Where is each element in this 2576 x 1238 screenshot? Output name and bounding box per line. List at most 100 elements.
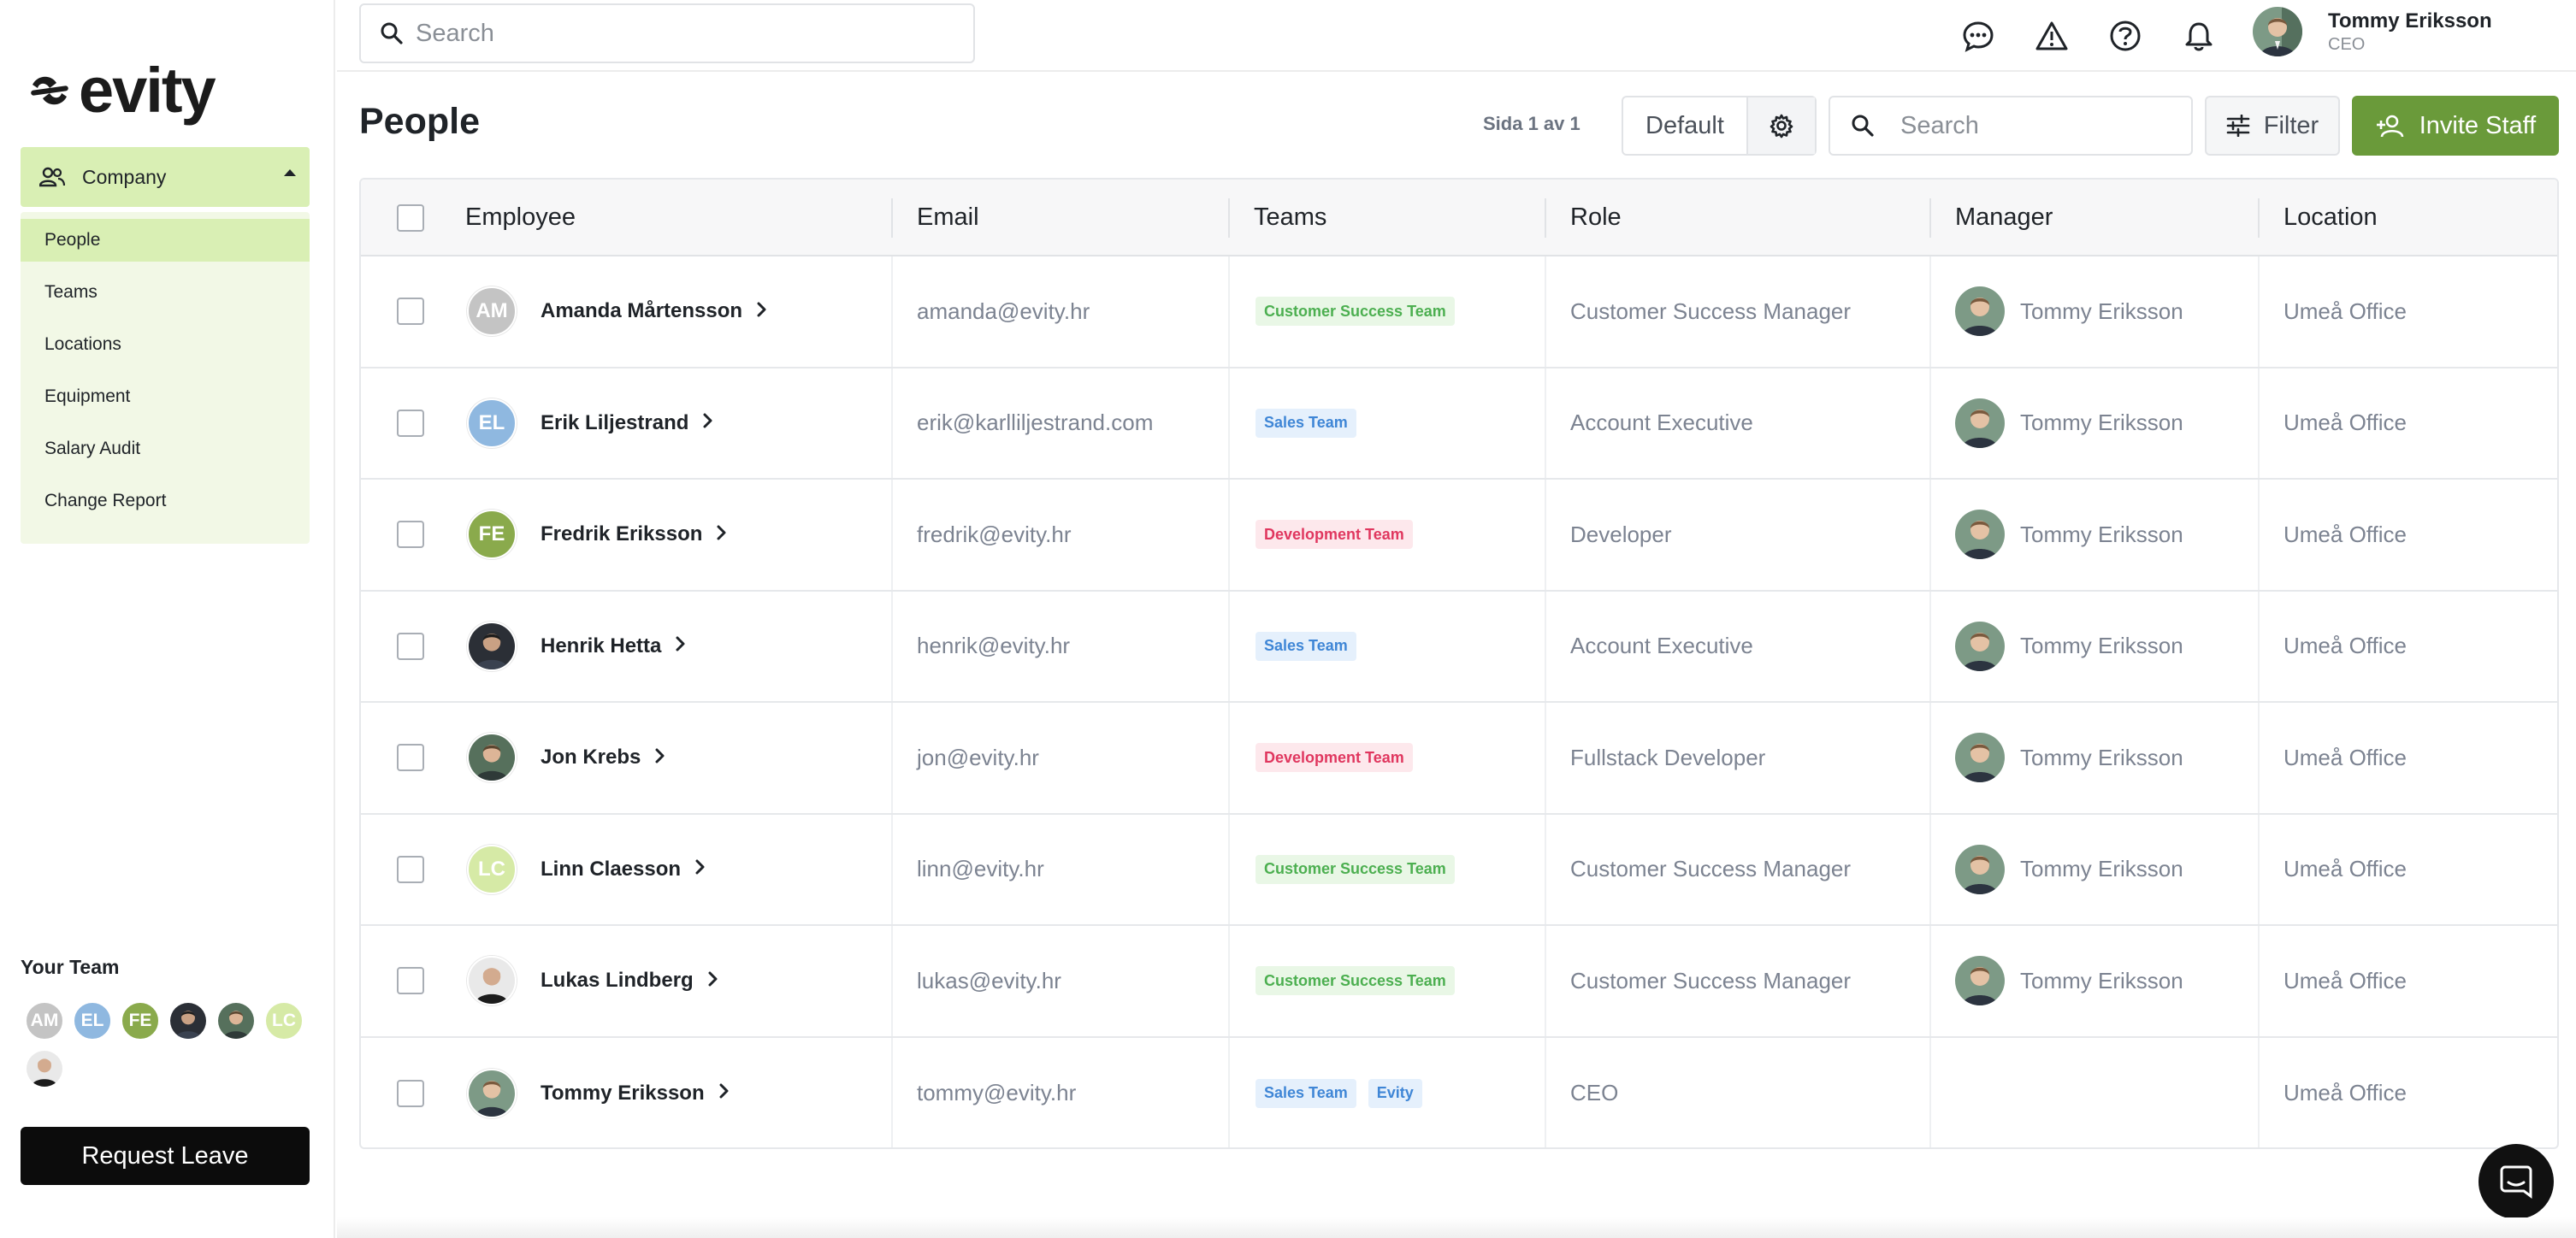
manager-link[interactable]: Tommy Eriksson — [1955, 733, 2183, 783]
row-checkbox[interactable] — [397, 744, 424, 772]
manager-link[interactable]: Tommy Eriksson — [1955, 510, 2183, 560]
avatar — [2253, 7, 2302, 56]
avatar: EL — [467, 398, 517, 448]
request-leave-button[interactable]: Request Leave — [21, 1127, 310, 1185]
employee-email[interactable]: jon@evity.hr — [917, 745, 1039, 771]
employee-link[interactable]: Lukas Lindberg — [467, 956, 719, 1006]
table-row[interactable]: FE Fredrik Eriksson fredrik@evity.hr Deve… — [361, 480, 2557, 592]
avatar — [467, 956, 517, 1006]
employee-email[interactable]: erik@karlliljestrand.com — [917, 410, 1153, 436]
employee-email[interactable]: tommy@evity.hr — [917, 1080, 1076, 1106]
employee-email[interactable]: fredrik@evity.hr — [917, 522, 1072, 548]
employee-email[interactable]: lukas@evity.hr — [917, 968, 1061, 994]
team-member-avatar[interactable]: AM — [24, 1000, 65, 1041]
column-header-employee[interactable]: Employee — [441, 180, 576, 255]
column-header-teams[interactable]: Teams — [1230, 180, 1326, 255]
row-checkbox[interactable] — [397, 855, 424, 883]
employee-link[interactable]: Tommy Eriksson — [467, 1068, 730, 1118]
invite-staff-button[interactable]: Invite Staff — [2352, 96, 2559, 156]
team-badge[interactable]: Customer Success Team — [1256, 854, 1455, 884]
column-header-email[interactable]: Email — [893, 180, 979, 255]
employee-link[interactable]: Jon Krebs — [467, 733, 666, 783]
employee-location: Umeå Office — [2284, 856, 2408, 882]
view-default-button[interactable]: Default — [1623, 97, 1748, 154]
global-search-input[interactable] — [416, 19, 929, 48]
employee-link[interactable]: EL Erik Liljestrand — [467, 398, 714, 448]
employee-link[interactable]: LC Linn Claesson — [467, 844, 706, 894]
table-row[interactable]: AM Amanda Mårtensson amanda@evity.hr Cust… — [361, 256, 2557, 368]
team-member-avatar[interactable]: FE — [120, 1000, 161, 1041]
help-icon[interactable] — [2102, 15, 2148, 56]
manager-link[interactable]: Tommy Eriksson — [1955, 621, 2183, 671]
team-badge[interactable]: Development Team — [1256, 743, 1413, 773]
table-row[interactable]: Lukas Lindberg lukas@evity.hr Customer Su… — [361, 926, 2557, 1038]
evity-logo[interactable]: evity — [26, 59, 216, 122]
team-badge[interactable]: Customer Success Team — [1256, 297, 1455, 327]
table-row[interactable]: Jon Krebs jon@evity.hr Development Team Fu… — [361, 703, 2557, 815]
your-team-heading: Your Team — [21, 956, 120, 978]
table-row[interactable]: EL Erik Liljestrand erik@karlliljestrand… — [361, 368, 2557, 480]
table-row[interactable]: Tommy Eriksson tommy@evity.hr Sales Team E… — [361, 1037, 2557, 1147]
team-member-avatar[interactable] — [216, 1000, 257, 1041]
manager-link[interactable]: Tommy Eriksson — [1955, 398, 2183, 448]
employee-link[interactable]: AM Amanda Mårtensson — [467, 286, 768, 337]
global-search[interactable] — [359, 3, 975, 63]
row-checkbox[interactable] — [397, 521, 424, 549]
column-header-location[interactable]: Location — [2260, 180, 2378, 255]
people-icon — [39, 167, 65, 187]
chevron-right-icon — [718, 1082, 730, 1104]
bell-icon[interactable] — [2176, 15, 2222, 56]
row-checkbox[interactable] — [397, 967, 424, 995]
team-member-avatar[interactable]: LC — [263, 1000, 304, 1041]
team-badge[interactable]: Development Team — [1256, 520, 1413, 550]
team-badge[interactable]: Evity — [1368, 1078, 1422, 1108]
user-menu[interactable]: Tommy Eriksson CEO — [2253, 7, 2492, 56]
team-badge[interactable]: Sales Team — [1256, 1078, 1356, 1108]
team-member-avatar[interactable]: EL — [72, 1000, 113, 1041]
employee-email[interactable]: linn@evity.hr — [917, 856, 1044, 882]
team-member-avatar[interactable] — [168, 1000, 209, 1041]
row-checkbox[interactable] — [397, 632, 424, 660]
alert-icon[interactable] — [2029, 15, 2075, 56]
employee-link[interactable]: Henrik Hetta — [467, 621, 687, 671]
row-checkbox[interactable] — [397, 409, 424, 437]
employee-link[interactable]: FE Fredrik Eriksson — [467, 510, 728, 560]
topbar: Tommy Eriksson CEO — [337, 0, 2576, 72]
company-section-toggle[interactable]: Company — [21, 147, 310, 207]
table-row[interactable]: Henrik Hetta henrik@evity.hr Sales Team Ac… — [361, 591, 2557, 703]
chat-icon[interactable] — [1955, 15, 2001, 56]
table-header: Employee Email Teams Role Manager Locati… — [361, 180, 2557, 256]
employee-email[interactable]: henrik@evity.hr — [917, 633, 1070, 659]
row-checkbox[interactable] — [397, 1079, 424, 1107]
sidebar-item-equipment[interactable]: Equipment — [21, 375, 310, 418]
sidebar-item-teams[interactable]: Teams — [21, 271, 310, 314]
row-checkbox[interactable] — [397, 298, 424, 326]
avatar — [1955, 844, 2005, 894]
team-member-avatar[interactable] — [24, 1048, 65, 1089]
table-row[interactable]: LC Linn Claesson linn@evity.hr Customer S… — [361, 814, 2557, 926]
sidebar-item-change-report[interactable]: Change Report — [21, 480, 310, 522]
support-chat-button[interactable] — [2479, 1144, 2554, 1219]
team-badge[interactable]: Sales Team — [1256, 631, 1356, 661]
column-header-role[interactable]: Role — [1546, 180, 1622, 255]
manager-link[interactable]: Tommy Eriksson — [1955, 286, 2183, 337]
employee-email[interactable]: amanda@evity.hr — [917, 298, 1090, 325]
manager-link[interactable]: Tommy Eriksson — [1955, 844, 2183, 894]
team-badge[interactable]: Customer Success Team — [1256, 966, 1455, 996]
team-badge[interactable]: Sales Team — [1256, 408, 1356, 438]
manager-link[interactable]: Tommy Eriksson — [1955, 956, 2183, 1006]
table-search[interactable] — [1829, 96, 2193, 156]
avatar — [1955, 621, 2005, 671]
select-all-checkbox[interactable] — [397, 204, 424, 232]
sidebar-item-salary-audit[interactable]: Salary Audit — [21, 427, 310, 470]
column-header-manager[interactable]: Manager — [1931, 180, 2053, 255]
view-settings-button[interactable] — [1748, 97, 1815, 154]
employee-role: Fullstack Developer — [1570, 744, 1766, 770]
sidebar-item-locations[interactable]: Locations — [21, 323, 310, 366]
employee-role: CEO — [1570, 1080, 1619, 1106]
filter-button[interactable]: Filter — [2205, 96, 2340, 156]
table-search-input[interactable] — [1900, 111, 2174, 140]
manager-name: Tommy Eriksson — [2020, 633, 2183, 659]
sidebar-item-people[interactable]: People — [21, 219, 310, 262]
avatar: AM — [467, 286, 517, 337]
